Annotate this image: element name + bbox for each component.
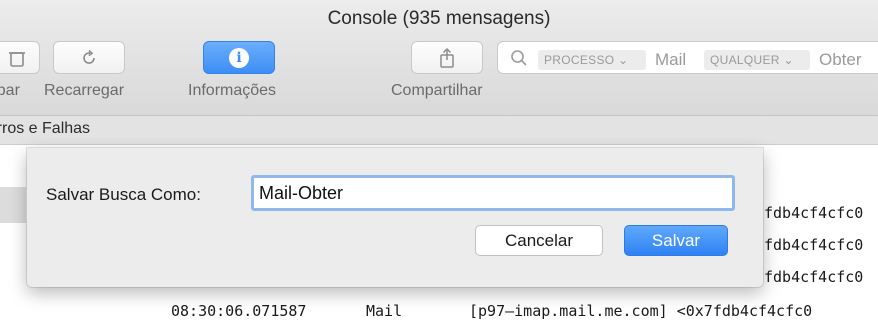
share-button[interactable]: [411, 41, 483, 74]
any-filter-value: Obter: [819, 50, 862, 69]
filter-errors-faults[interactable]: Erros e Falhas: [0, 120, 90, 138]
filter-bar: Erros e Falhas: [0, 116, 878, 145]
window-title: Console (935 mensagens): [327, 8, 551, 29]
any-filter-chip[interactable]: QUALQUER ⌄: [704, 50, 810, 70]
clear-label: Limpar: [0, 82, 20, 99]
process-filter-value: Mail: [655, 50, 687, 69]
log-fragment: fdb4cf4cfc0: [764, 268, 864, 286]
sidebar-selected-item[interactable]: [0, 187, 26, 223]
log-fragment: fdb4cf4cfc0: [764, 236, 864, 254]
log-fragment: fdb4cf4cfc0: [764, 204, 864, 222]
cancel-button[interactable]: Cancelar: [475, 225, 603, 256]
share-label: Compartilhar: [391, 82, 483, 99]
save-button[interactable]: Salvar: [624, 225, 728, 256]
clear-button[interactable]: [0, 41, 40, 74]
save-search-sheet: Salvar Busca Como: Cancelar Salvar: [27, 148, 763, 287]
info-icon: i: [229, 47, 249, 68]
search-field[interactable]: PROCESSO ⌄ Mail QUALQUER ⌄ Obter: [497, 41, 878, 74]
save-search-label: Salvar Busca Como:: [46, 185, 201, 204]
search-icon: [511, 50, 527, 66]
reload-label: Recarregar: [44, 82, 125, 99]
process-filter-chip[interactable]: PROCESSO ⌄: [538, 50, 646, 70]
log-message: [p97–imap.mail.me.com] <0x7fdb4cf4cfc0: [469, 302, 813, 320]
search-name-input[interactable]: [251, 175, 735, 211]
log-time: 08:30:06.071587: [171, 302, 307, 320]
trash-icon: [9, 51, 25, 67]
log-process: Mail: [366, 302, 403, 320]
share-icon: [440, 47, 454, 68]
reload-button[interactable]: [53, 41, 125, 74]
info-label: Informações: [188, 82, 277, 99]
reload-icon: [83, 49, 95, 64]
window-toolbar: Console (935 mensagens) Limpar Recarrega…: [0, 0, 878, 116]
info-button[interactable]: i: [203, 41, 275, 74]
